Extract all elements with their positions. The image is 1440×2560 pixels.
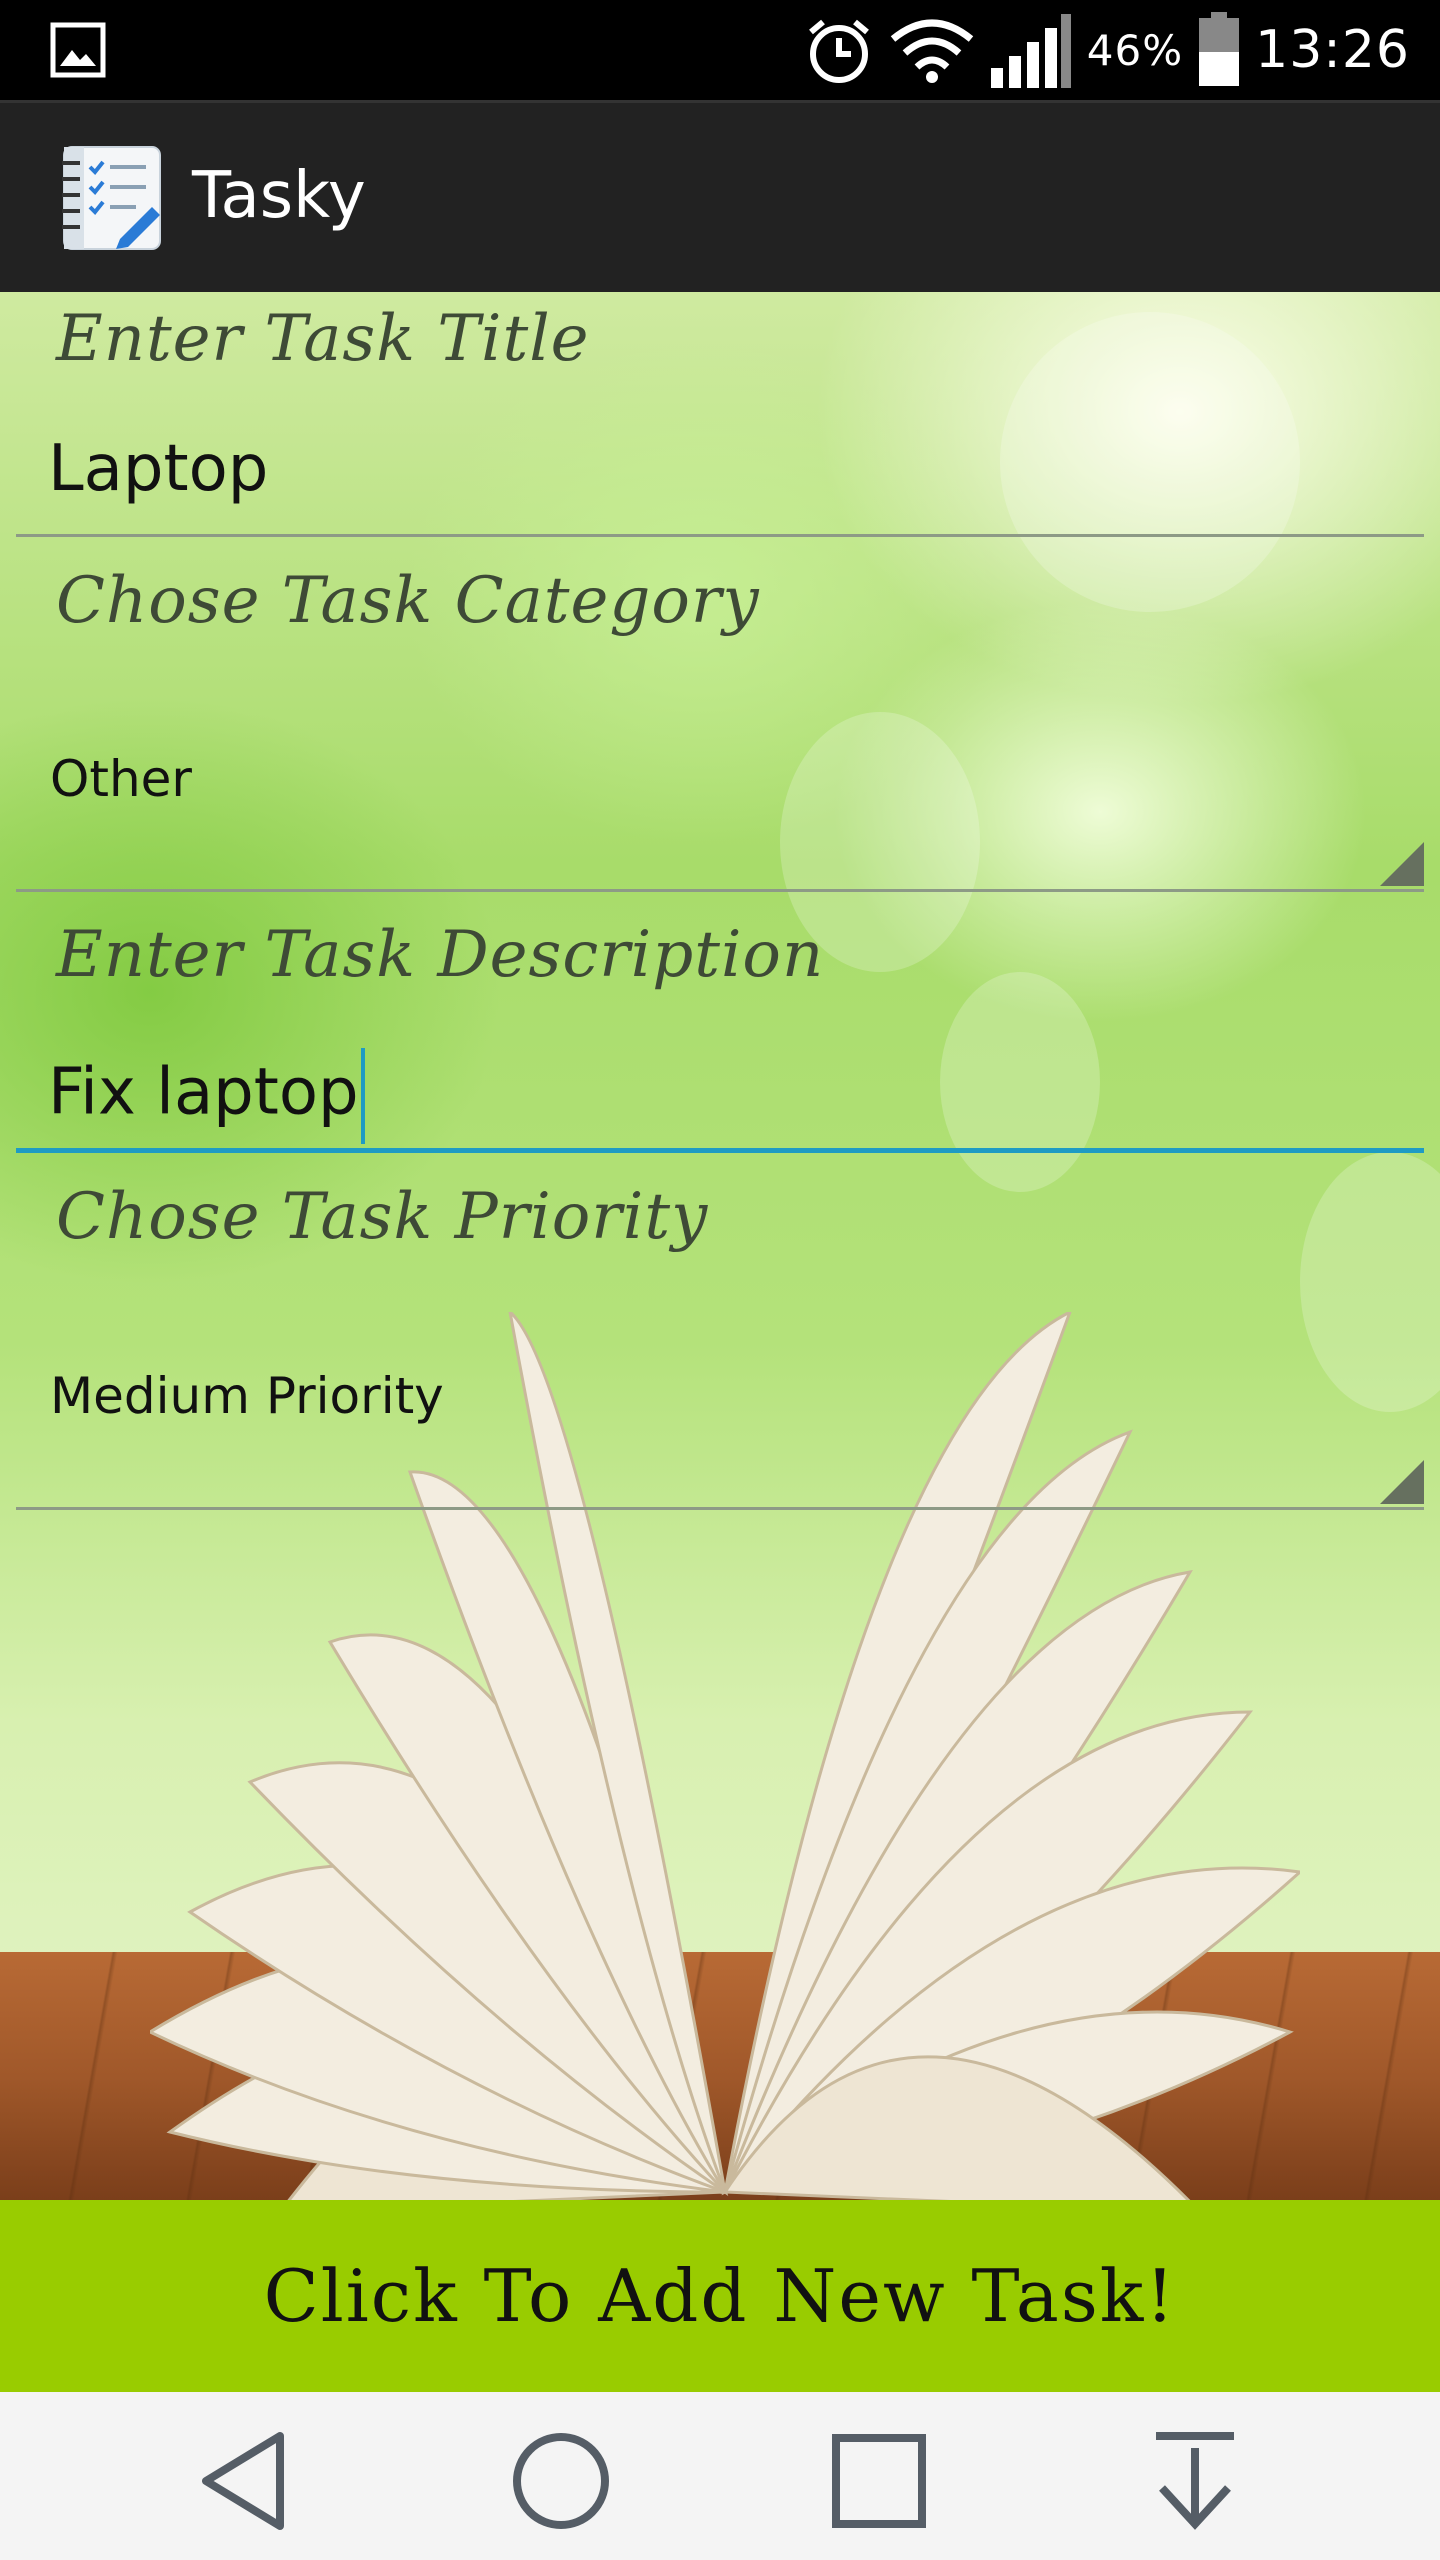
background-bokeh xyxy=(1300,1152,1440,1412)
back-icon[interactable] xyxy=(192,2426,302,2536)
category-dropdown-arrow-icon[interactable] xyxy=(1380,842,1424,886)
background-bokeh xyxy=(940,972,1100,1192)
recents-icon[interactable] xyxy=(824,2426,934,2536)
status-bar: 46% 13:26 xyxy=(0,0,1440,100)
add-task-form: Enter Task Title Laptop Chose Task Categ… xyxy=(0,292,1440,2200)
task-category-spinner[interactable]: Other xyxy=(50,750,192,808)
task-category-label: Chose Task Category xyxy=(56,564,760,638)
signal-icon xyxy=(990,14,1071,88)
add-task-button[interactable]: Click To Add New Task! xyxy=(0,2200,1440,2392)
task-priority-underline xyxy=(16,1507,1424,1510)
task-description-underline xyxy=(16,1148,1424,1153)
task-title-underline xyxy=(16,534,1424,537)
background-bokeh xyxy=(1000,312,1300,612)
image-notification-icon xyxy=(50,22,106,78)
task-description-label: Enter Task Description xyxy=(56,918,825,992)
add-task-button-label: Click To Add New Task! xyxy=(263,2254,1177,2338)
text-cursor xyxy=(360,1048,365,1144)
task-priority-spinner[interactable]: Medium Priority xyxy=(50,1367,444,1425)
priority-dropdown-arrow-icon[interactable] xyxy=(1380,1460,1424,1504)
task-title-label: Enter Task Title xyxy=(56,302,590,376)
task-description-input[interactable]: Fix laptop xyxy=(48,1048,365,1144)
task-title-input[interactable]: Laptop xyxy=(48,432,268,506)
battery-icon xyxy=(1199,12,1240,86)
task-description-text: Fix laptop xyxy=(48,1055,359,1130)
action-bar: Tasky xyxy=(0,100,1440,292)
alarm-icon xyxy=(808,19,869,83)
clock: 13:26 xyxy=(1255,20,1410,80)
home-icon[interactable] xyxy=(506,2426,616,2536)
task-category-underline xyxy=(16,889,1424,892)
battery-percent: 46% xyxy=(1086,25,1184,75)
notebook-checklist-icon[interactable] xyxy=(60,145,164,251)
navigation-bar xyxy=(0,2392,1440,2560)
app-title: Tasky xyxy=(192,159,366,233)
task-priority-label: Chose Task Priority xyxy=(56,1180,709,1254)
open-book-illustration xyxy=(150,1312,1300,2200)
notification-pull-icon[interactable] xyxy=(1140,2426,1250,2536)
wifi-icon xyxy=(890,19,974,83)
